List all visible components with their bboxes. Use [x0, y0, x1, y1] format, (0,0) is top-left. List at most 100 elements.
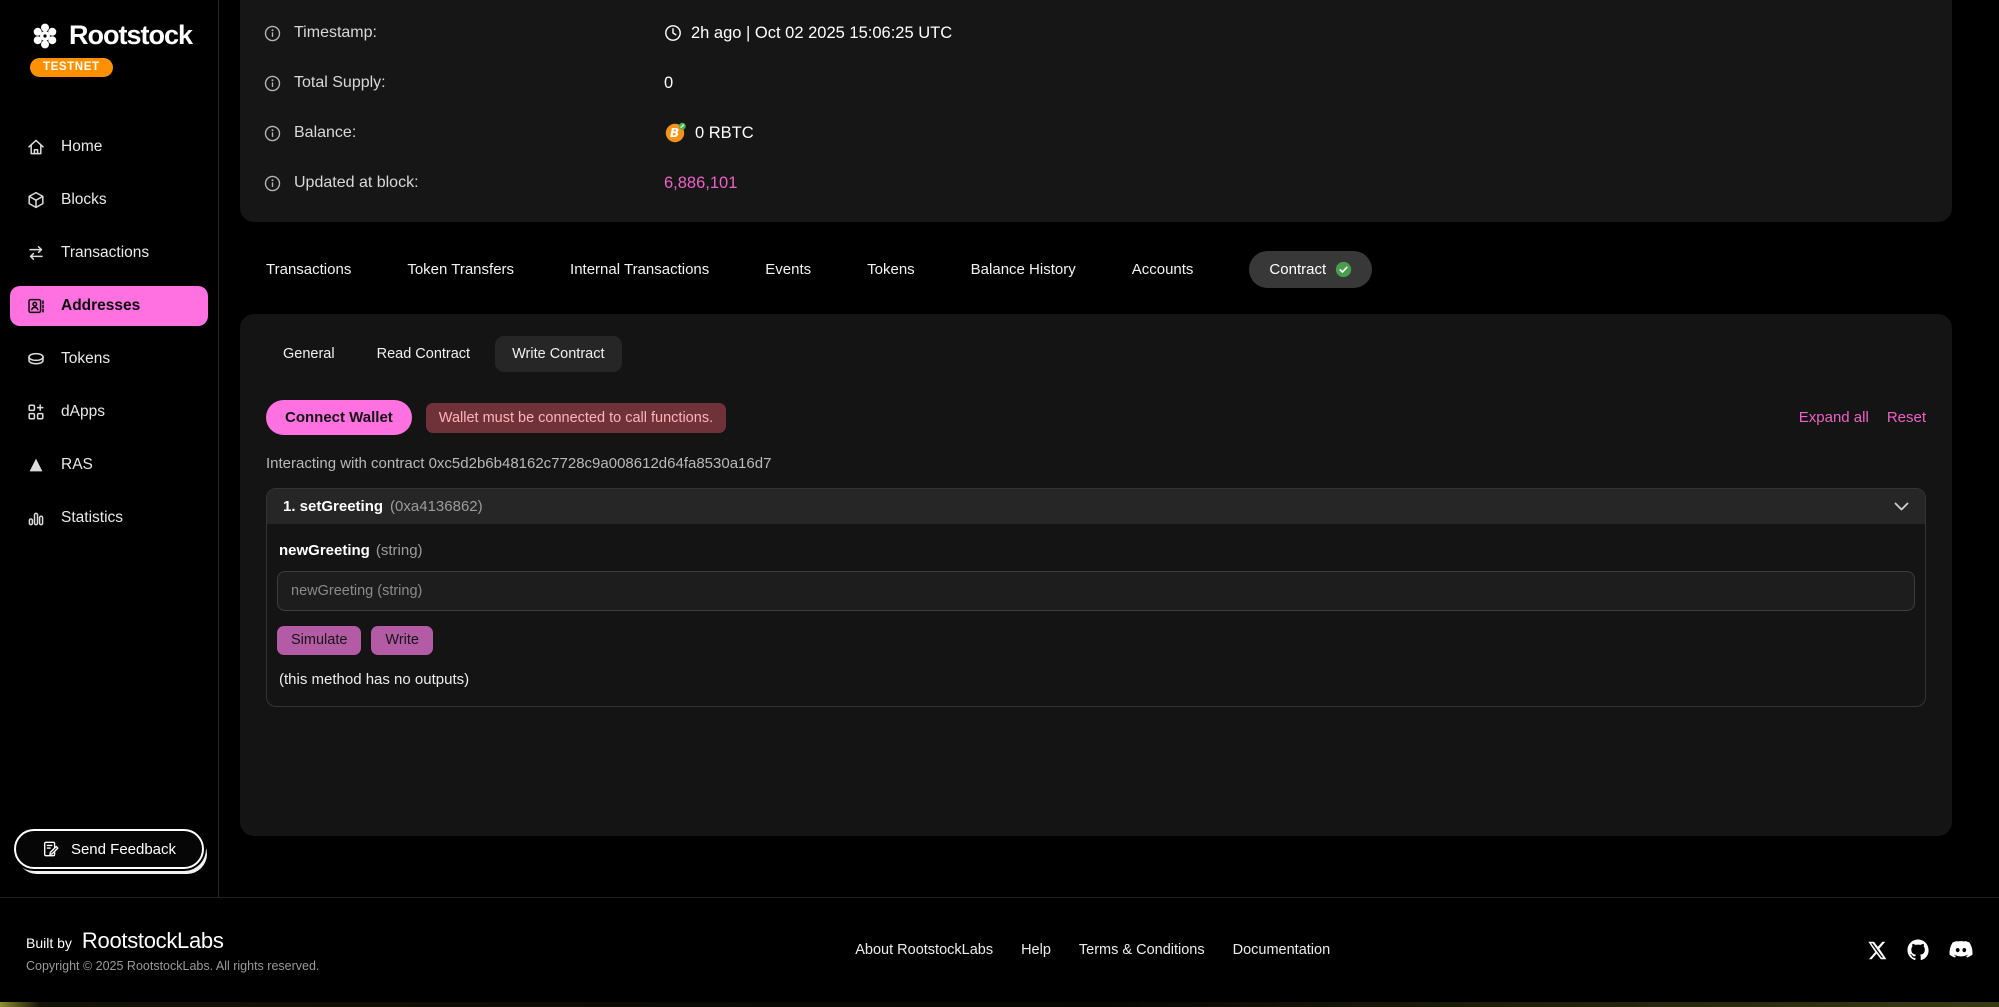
write-button[interactable]: Write — [371, 626, 433, 655]
subtab-general[interactable]: General — [266, 336, 352, 372]
discord-icon[interactable] — [1949, 940, 1973, 960]
x-icon[interactable] — [1866, 940, 1887, 961]
bottom-gradient-strip — [0, 1002, 1999, 1007]
tab-accounts[interactable]: Accounts — [1132, 261, 1194, 278]
copyright-text: Copyright © 2025 RootstockLabs. All righ… — [26, 959, 319, 973]
sidebar-item-label: Blocks — [61, 191, 107, 209]
sidebar-item-tokens[interactable]: Tokens — [10, 339, 208, 379]
sidebar-item-label: Tokens — [61, 350, 110, 368]
grid-plus-icon — [26, 402, 46, 422]
summary-row-balance: Balance: B 0 RBTC — [264, 108, 1928, 158]
sidebar-item-dapps[interactable]: dApps — [10, 392, 208, 432]
cube-icon — [26, 190, 46, 210]
connect-wallet-button[interactable]: Connect Wallet — [266, 400, 412, 435]
footer-link-terms[interactable]: Terms & Conditions — [1079, 942, 1205, 958]
sidebar-item-label: Addresses — [61, 297, 140, 315]
expand-all-link[interactable]: Expand all — [1799, 409, 1869, 426]
summary-label: Balance: — [264, 124, 664, 142]
param-label: newGreeting (string) — [277, 542, 1915, 559]
connect-row: Connect Wallet Wallet must be connected … — [266, 400, 1926, 435]
rootstocklabs-wordmark[interactable]: RootstockLabs — [82, 928, 224, 954]
balance-text: 0 RBTC — [695, 124, 754, 143]
logo-row[interactable]: Rootstock — [30, 20, 218, 51]
method-body: newGreeting (string) Simulate Write (thi… — [267, 524, 1925, 706]
sidebar-nav: Home Blocks — [0, 127, 218, 538]
tab-internal-transactions[interactable]: Internal Transactions — [570, 261, 709, 278]
method-selector: (0xa4136862) — [390, 498, 483, 515]
clock-icon — [664, 24, 682, 42]
tab-token-transfers[interactable]: Token Transfers — [407, 261, 514, 278]
subtab-read-contract[interactable]: Read Contract — [360, 336, 488, 372]
sidebar-item-statistics[interactable]: Statistics — [10, 498, 208, 538]
summary-label: Updated at block: — [264, 174, 664, 192]
home-icon — [26, 137, 46, 157]
brand-area: Rootstock TESTNET — [0, 20, 218, 77]
swap-arrows-icon — [26, 243, 46, 263]
updated-block-link[interactable]: 6,886,101 — [664, 174, 737, 193]
summary-label-text: Total Supply: — [294, 74, 386, 92]
total-supply-text: 0 — [664, 74, 673, 93]
summary-label: Total Supply: — [264, 74, 664, 92]
sidebar-item-addresses[interactable]: Addresses — [10, 286, 208, 326]
info-icon — [264, 175, 281, 192]
footer-link-help[interactable]: Help — [1021, 942, 1051, 958]
sidebar-item-label: dApps — [61, 403, 105, 421]
address-tabs: Transactions Token Transfers Internal Tr… — [240, 246, 1952, 292]
reset-link[interactable]: Reset — [1887, 409, 1926, 426]
tab-events[interactable]: Events — [765, 261, 811, 278]
block-number-text: 6,886,101 — [664, 174, 737, 193]
method-title: 1. setGreeting — [283, 498, 383, 515]
feedback-label: Send Feedback — [71, 841, 176, 858]
method-title-group: 1. setGreeting (0xa4136862) — [283, 498, 483, 515]
simulate-button[interactable]: Simulate — [277, 626, 361, 655]
footer-link-about[interactable]: About RootstockLabs — [855, 942, 993, 958]
info-icon — [264, 125, 281, 142]
footer-link-documentation[interactable]: Documentation — [1233, 942, 1331, 958]
chevron-down-icon — [1894, 502, 1909, 511]
address-summary-card: Timestamp: 2h ago | Oct 02 2025 15:06:25… — [240, 0, 1952, 222]
summary-label-text: Timestamp: — [294, 24, 377, 42]
built-by-row: Built by RootstockLabs — [26, 928, 319, 954]
info-icon — [264, 75, 281, 92]
method-accordion-setgreeting: 1. setGreeting (0xa4136862) newGreeting … — [266, 488, 1926, 707]
subtab-write-contract[interactable]: Write Contract — [495, 336, 621, 372]
footer-links: About RootstockLabs Help Terms & Conditi… — [855, 942, 1330, 958]
github-icon[interactable] — [1907, 939, 1929, 961]
sidebar-item-label: Statistics — [61, 509, 123, 527]
app-root: Rootstock TESTNET Home — [0, 0, 1999, 1007]
tab-tokens[interactable]: Tokens — [867, 261, 915, 278]
summary-row-updated-block: Updated at block: 6,886,101 — [264, 158, 1928, 208]
bar-chart-icon — [26, 508, 46, 528]
wallet-warning-badge: Wallet must be connected to call functio… — [426, 403, 726, 433]
sidebar-item-label: Home — [61, 138, 102, 156]
connect-left: Connect Wallet Wallet must be connected … — [266, 400, 726, 435]
body-row: Rootstock TESTNET Home — [0, 0, 1999, 897]
tab-contract[interactable]: Contract — [1249, 251, 1372, 288]
method-accordion-header[interactable]: 1. setGreeting (0xa4136862) — [267, 489, 1925, 524]
panel-links: Expand all Reset — [1799, 409, 1926, 426]
contract-subtabs: General Read Contract Write Contract — [266, 336, 1926, 372]
send-feedback-button[interactable]: Send Feedback — [14, 829, 204, 869]
verified-check-icon — [1335, 261, 1352, 278]
timestamp-text: 2h ago | Oct 02 2025 15:06:25 UTC — [691, 24, 952, 43]
feedback-pencil-icon — [42, 840, 60, 858]
footer-socials — [1866, 939, 1973, 961]
param-input-newgreeting[interactable] — [277, 571, 1915, 611]
param-type: (string) — [376, 542, 423, 559]
summary-label-text: Balance: — [294, 124, 356, 142]
info-icon — [264, 25, 281, 42]
tab-balance-history[interactable]: Balance History — [971, 261, 1076, 278]
tab-transactions[interactable]: Transactions — [266, 261, 351, 278]
mountain-icon — [26, 455, 46, 475]
contract-panel: General Read Contract Write Contract Con… — [240, 314, 1952, 836]
sidebar-item-home[interactable]: Home — [10, 127, 208, 167]
footer-left: Built by RootstockLabs Copyright © 2025 … — [26, 928, 319, 973]
method-actions: Simulate Write — [277, 626, 1915, 655]
tab-contract-label: Contract — [1269, 261, 1326, 278]
summary-row-total-supply: Total Supply: 0 — [264, 58, 1928, 108]
rootstock-flower-icon — [30, 21, 60, 51]
svg-text:B: B — [670, 126, 679, 140]
sidebar-item-ras[interactable]: RAS — [10, 445, 208, 485]
sidebar-item-transactions[interactable]: Transactions — [10, 233, 208, 273]
sidebar-item-blocks[interactable]: Blocks — [10, 180, 208, 220]
